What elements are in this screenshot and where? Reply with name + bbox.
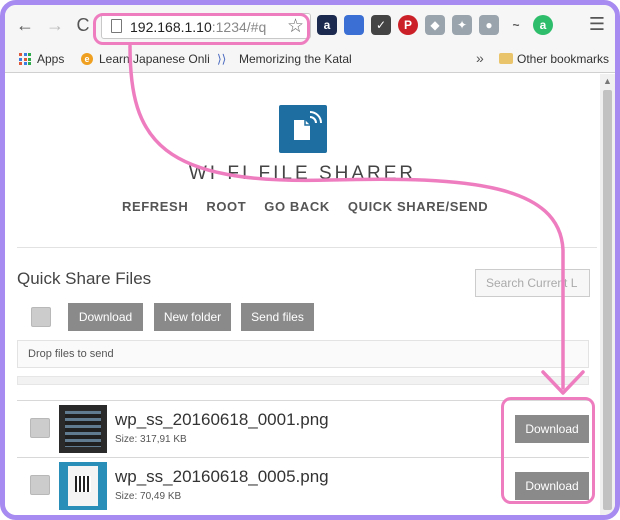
amazon-assistant-icon[interactable]: a <box>317 15 337 35</box>
file-row: wp_ss_20160618_0005.png Size: 70,49 KB D… <box>17 457 589 513</box>
file-name[interactable]: wp_ss_20160618_0001.png <box>115 410 329 430</box>
nav-refresh[interactable]: REFRESH <box>122 199 188 214</box>
bookmark-favicon-e-icon: e <box>81 53 93 65</box>
bookmarks-bar: Apps e Learn Japanese Online ⟩⟩ Memorizi… <box>5 45 615 73</box>
address-url[interactable]: 192.168.1.10:1234/#q <box>130 19 266 35</box>
send-files-button[interactable]: Send files <box>241 303 314 331</box>
more-bookmarks-chevron[interactable]: » <box>476 50 484 66</box>
back-arrow-icon[interactable]: ← <box>15 15 35 35</box>
search-input[interactable]: Search Current L <box>475 269 590 297</box>
app-logo <box>279 105 327 153</box>
file-size: Size: 70,49 KB <box>115 491 182 502</box>
nav-quick-share-send[interactable]: QUICK SHARE/SEND <box>348 199 488 214</box>
file-wifi-icon <box>294 111 322 140</box>
vertical-scrollbar[interactable]: ▲ <box>600 74 615 515</box>
bookmark-apps[interactable]: Apps <box>37 52 64 66</box>
bookmark-other[interactable]: Other bookmarks <box>517 52 609 66</box>
bookmark-star-icon[interactable]: ☆ <box>287 15 304 38</box>
file-download-button[interactable]: Download <box>515 415 589 443</box>
section-title: Quick Share Files <box>17 269 152 288</box>
new-folder-button[interactable]: New folder <box>154 303 231 331</box>
green-circle-icon[interactable]: a <box>533 15 553 35</box>
reload-icon[interactable]: C <box>73 15 93 35</box>
address-bar[interactable]: 192.168.1.10:1234/#q ☆ <box>101 13 311 39</box>
bookmark-learn-japanese[interactable]: Learn Japanese Online <box>99 52 209 66</box>
file-thumbnail[interactable] <box>59 462 107 510</box>
upload-progress-strip <box>17 376 589 385</box>
file-thumbnail[interactable] <box>59 405 107 453</box>
tilde-icon[interactable]: ~ <box>506 15 526 35</box>
pocket-icon[interactable]: ✓ <box>371 15 391 35</box>
nav-root[interactable]: ROOT <box>206 199 246 214</box>
globe-icon[interactable]: ● <box>479 15 499 35</box>
chat-bubble-icon[interactable] <box>344 15 364 35</box>
apps-grid-icon <box>19 53 31 65</box>
folder-icon <box>499 53 513 64</box>
url-rest: :1234/#q <box>211 19 267 35</box>
extension-icons: a ✓ P ◆ ✦ ● ~ a <box>317 15 553 37</box>
nav-go-back[interactable]: GO BACK <box>264 199 330 214</box>
page-icon <box>111 19 122 33</box>
file-size: Size: 317,91 KB <box>115 434 187 445</box>
bookmark-favicon-kana-icon: ⟩⟩ <box>217 52 227 66</box>
forward-arrow-icon[interactable]: → <box>45 15 65 35</box>
bookmark-memorizing-katakana[interactable]: Memorizing the Katakana <box>239 52 351 66</box>
main-nav: REFRESH ROOT GO BACK QUICK SHARE/SEND <box>122 199 488 214</box>
scrollbar-thumb[interactable] <box>603 90 612 510</box>
browser-toolbar: ← → C 192.168.1.10:1234/#q ☆ a ✓ P ◆ ✦ ● ~ a ☰ <box>5 5 615 45</box>
drop-zone[interactable]: Drop files to send <box>17 340 589 368</box>
file-name[interactable]: wp_ss_20160618_0005.png <box>115 467 329 487</box>
download-button[interactable]: Download <box>68 303 143 331</box>
file-checkbox[interactable] <box>30 475 50 495</box>
menu-icon[interactable]: ☰ <box>589 14 605 35</box>
page-content: WI-FI FILE SHARER REFRESH ROOT GO BACK Q… <box>5 74 600 515</box>
select-all-checkbox[interactable] <box>31 307 51 327</box>
screenshot-frame: ← → C 192.168.1.10:1234/#q ☆ a ✓ P ◆ ✦ ● ~ a ☰ … <box>0 0 620 520</box>
divider <box>17 247 597 248</box>
file-checkbox[interactable] <box>30 418 50 438</box>
dropbox-icon[interactable]: ◆ <box>425 15 445 35</box>
puzzle-icon[interactable]: ✦ <box>452 15 472 35</box>
file-download-button[interactable]: Download <box>515 472 589 500</box>
url-host: 192.168.1.10 <box>130 19 212 35</box>
pinterest-icon[interactable]: P <box>398 15 418 35</box>
scroll-up-icon[interactable]: ▲ <box>603 76 612 86</box>
file-row: wp_ss_20160618_0001.png Size: 317,91 KB … <box>17 400 589 456</box>
app-title: WI-FI FILE SHARER <box>188 163 417 184</box>
